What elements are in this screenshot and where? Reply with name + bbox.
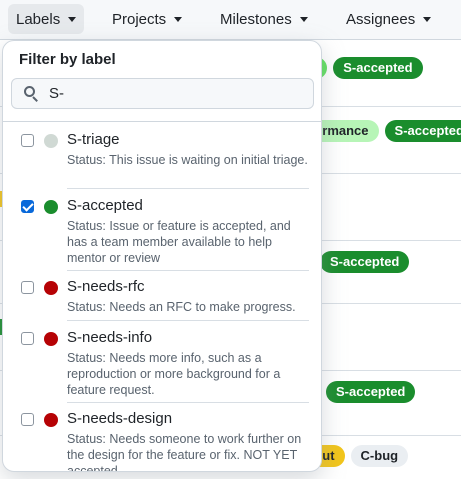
label-checkbox[interactable] xyxy=(21,332,34,345)
chevron-down-icon xyxy=(174,16,183,22)
issue-label[interactable]: C-bug xyxy=(350,445,409,467)
divider xyxy=(3,121,321,122)
projects-filter-label: Projects xyxy=(112,10,167,28)
projects-filter-button[interactable]: Projects xyxy=(104,4,190,34)
label-option-s-triage[interactable]: S-triage Status: This issue is waiting o… xyxy=(3,123,321,189)
label-search-input[interactable] xyxy=(49,85,289,102)
filter-toolbar: Labels Projects Milestones Assignees xyxy=(0,0,461,40)
milestones-filter-button[interactable]: Milestones xyxy=(212,4,316,34)
label-checkbox[interactable] xyxy=(21,281,34,294)
label-option-description: Status: Needs more info, such as a repro… xyxy=(67,351,281,397)
issue-label[interactable]: S-accepted xyxy=(333,57,423,79)
label-search-box[interactable] xyxy=(11,78,314,109)
chevron-down-icon xyxy=(299,16,308,22)
label-option-description: Status: Needs an RFC to make progress. xyxy=(67,300,296,314)
label-checkbox[interactable] xyxy=(21,134,34,147)
chevron-down-icon xyxy=(423,16,432,22)
label-option-s-accepted[interactable]: S-accepted Status: Issue or feature is a… xyxy=(3,189,321,271)
milestones-filter-label: Milestones xyxy=(220,10,292,28)
chevron-down-icon xyxy=(68,16,77,22)
issue-label[interactable]: S-accepted xyxy=(384,120,461,142)
label-option-name: S-needs-rfc xyxy=(67,278,145,295)
search-icon xyxy=(24,86,39,102)
label-filter-dropdown: Filter by label S-triage Status: This is… xyxy=(2,40,322,472)
label-color-dot xyxy=(44,134,58,148)
label-option-description: Status: Needs someone to work further on… xyxy=(67,432,302,472)
issue-label[interactable]: S-accepted xyxy=(326,381,416,403)
assignees-filter-label: Assignees xyxy=(346,10,416,28)
issue-label[interactable]: S-accepted xyxy=(320,251,410,273)
assignees-filter-button[interactable]: Assignees xyxy=(338,4,439,34)
label-color-dot xyxy=(44,200,58,214)
label-color-dot xyxy=(44,281,58,295)
label-option-name: S-needs-info xyxy=(67,329,153,346)
label-color-dot xyxy=(44,332,58,346)
label-option-s-needs-design[interactable]: S-needs-design Status: Needs someone to … xyxy=(3,403,321,472)
label-option-name: S-accepted xyxy=(67,197,143,214)
label-option-s-needs-rfc[interactable]: S-needs-rfc Status: Needs an RFC to make… xyxy=(3,271,321,321)
dropdown-title: Filter by label xyxy=(19,51,116,68)
label-option-s-needs-info[interactable]: S-needs-info Status: Needs more info, su… xyxy=(3,321,321,403)
label-checkbox[interactable] xyxy=(21,413,34,426)
label-option-description: Status: Issue or feature is accepted, an… xyxy=(67,219,291,265)
label-option-name: S-needs-design xyxy=(67,410,173,427)
label-color-dot xyxy=(44,413,58,427)
labels-filter-button[interactable]: Labels xyxy=(8,4,85,34)
label-option-description: Status: This issue is waiting on initial… xyxy=(67,153,308,167)
labels-filter-label: Labels xyxy=(16,10,61,28)
label-option-name: S-triage xyxy=(67,131,120,148)
label-checkbox[interactable] xyxy=(21,200,34,213)
